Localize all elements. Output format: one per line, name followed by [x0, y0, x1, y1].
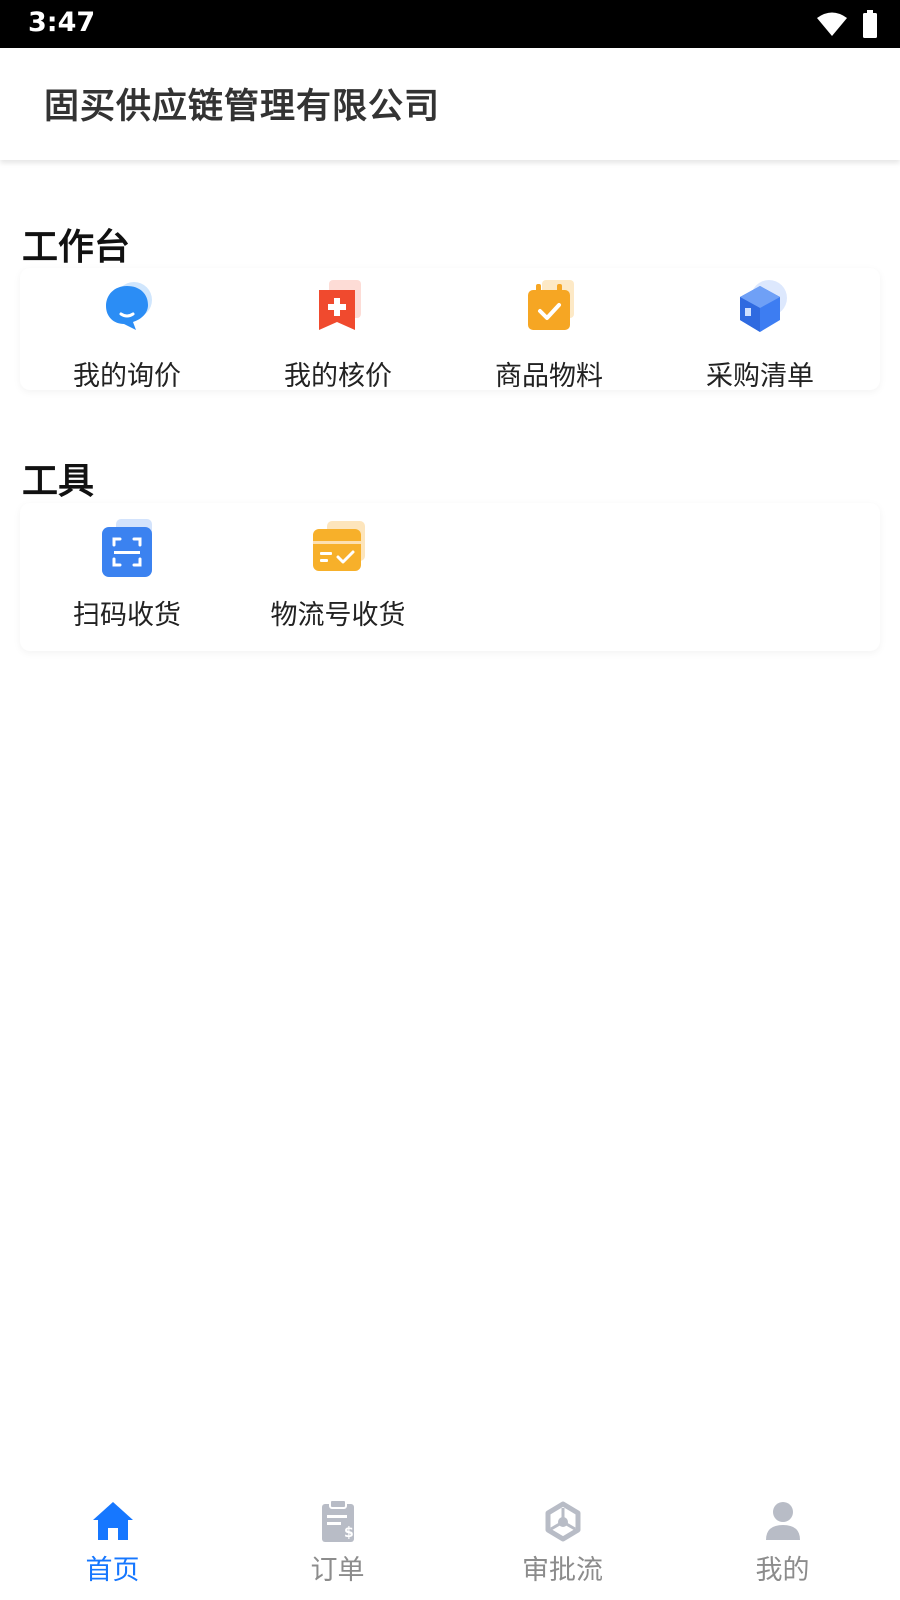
workbench-card: 我的询价 我的核价 商品物料 采购清单: [20, 268, 880, 393]
grid-item-my-inquiry[interactable]: 我的询价: [20, 278, 234, 393]
grid-item-product-material[interactable]: 商品物料: [442, 278, 656, 393]
svg-text:$: $: [344, 1525, 354, 1541]
grid-label: 我的核价: [284, 361, 392, 392]
tools-section-title: 工具: [22, 461, 95, 502]
scan-icon: [96, 517, 158, 579]
wifi-icon: [817, 12, 847, 36]
medical-bookmark-icon: [307, 278, 369, 340]
user-icon: [760, 1498, 806, 1544]
card-check-icon: [307, 517, 369, 579]
bottom-tab-bar: 首页 $ 订单 审批流 我的: [0, 1480, 900, 1600]
battery-icon: [863, 10, 877, 38]
tools-card: 扫码收货 物流号收货: [20, 503, 880, 651]
tab-mine[interactable]: 我的: [670, 1480, 895, 1600]
status-bar: 3:47: [0, 0, 900, 48]
tab-approval-flow[interactable]: 审批流: [450, 1480, 675, 1600]
grid-item-my-pricing[interactable]: 我的核价: [231, 278, 445, 393]
grid-item-scan-receive[interactable]: 扫码收货: [20, 517, 234, 632]
chat-bubble-icon: [96, 278, 158, 340]
grid-label: 物流号收货: [270, 600, 406, 631]
company-title: 固买供应链管理有限公司: [44, 87, 441, 127]
grid-item-logistics-receive[interactable]: 物流号收货: [231, 517, 445, 632]
tab-label: 审批流: [522, 1555, 603, 1586]
tab-label: 订单: [310, 1555, 365, 1586]
grid-label: 商品物料: [495, 361, 603, 392]
order-clipboard-icon: $: [315, 1498, 361, 1544]
tab-orders[interactable]: $ 订单: [225, 1480, 450, 1600]
status-icons: [816, 10, 878, 38]
app-header: 固买供应链管理有限公司: [0, 48, 900, 160]
workbench-section-title: 工作台: [22, 227, 131, 268]
tab-label: 首页: [85, 1555, 140, 1586]
tab-label: 我的: [755, 1555, 810, 1586]
approval-flow-icon: [540, 1498, 586, 1544]
home-icon: [90, 1498, 136, 1544]
grid-item-purchase-list[interactable]: 采购清单: [653, 278, 867, 393]
tab-home[interactable]: 首页: [0, 1480, 225, 1600]
calendar-check-icon: [518, 278, 580, 340]
grid-label: 扫码收货: [73, 600, 181, 631]
cube-icon: [729, 278, 791, 340]
grid-label: 采购清单: [706, 361, 814, 392]
grid-label: 我的询价: [73, 361, 181, 392]
status-time: 3:47: [28, 7, 96, 38]
